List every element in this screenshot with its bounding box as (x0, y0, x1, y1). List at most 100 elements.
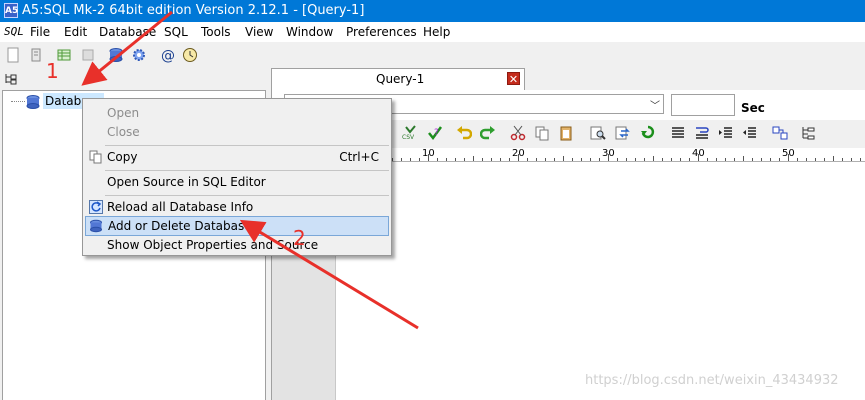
menu-window[interactable]: Window (286, 25, 333, 39)
run-check-icon[interactable]: ? (427, 125, 443, 141)
cut-icon[interactable] (510, 125, 526, 141)
ruler-tick (491, 158, 492, 161)
ruler-tick (581, 158, 582, 161)
main-toolbar: @ (0, 42, 865, 68)
reload-icon (89, 200, 103, 214)
tree-structure-icon[interactable] (800, 125, 816, 141)
ruler-tick (482, 158, 483, 161)
ruler-tick (392, 158, 393, 161)
menu-help[interactable]: Help (423, 25, 450, 39)
ruler-tick (401, 158, 402, 161)
ruler-tick (500, 158, 501, 161)
menu-file[interactable]: File (30, 25, 50, 39)
outdent-icon[interactable] (742, 125, 758, 141)
menu-item-reload-database-info[interactable]: Reload all Database Info (85, 197, 389, 217)
open-file-icon[interactable] (28, 47, 44, 63)
tree-view-icon[interactable] (4, 72, 18, 86)
menu-item-label: Close (107, 125, 140, 139)
tree-toolbar (0, 68, 268, 90)
ruler-tick (563, 156, 564, 161)
ruler-tick (680, 158, 681, 161)
menu-database[interactable]: Database (99, 25, 156, 39)
tab-query-1[interactable]: Query-1 ✕ (271, 68, 525, 90)
new-file-icon[interactable] (5, 47, 21, 63)
ruler-label: 40 (692, 148, 705, 159)
chevron-down-icon[interactable]: ﹀ (650, 97, 660, 112)
ruler-tick (572, 158, 573, 161)
app-icon: A5 (4, 3, 18, 18)
window-title: A5:SQL Mk-2 64bit edition Version 2.12.1… (22, 3, 365, 18)
ruler-tick (824, 158, 825, 161)
paste-icon[interactable] (558, 125, 574, 141)
ruler-tick (734, 158, 735, 161)
ruler-tick (536, 158, 537, 161)
menu-item-add-or-delete-database[interactable]: Add or Delete Database... (85, 216, 389, 236)
ruler-tick (725, 158, 726, 161)
menu-separator (105, 195, 389, 196)
disabled-tool-icon[interactable] (80, 47, 96, 63)
database-table-icon[interactable] (56, 47, 72, 63)
menu-tools[interactable]: Tools (201, 25, 231, 39)
ruler-tick (770, 158, 771, 161)
ruler-tick (779, 158, 780, 161)
menu-view[interactable]: View (245, 25, 273, 39)
ruler-tick (545, 158, 546, 161)
ruler-tick (815, 158, 816, 161)
sql-editor[interactable] (336, 162, 865, 400)
menu-sql[interactable]: SQL (164, 25, 188, 39)
ruler-tick (860, 158, 861, 161)
undo-icon[interactable] (456, 125, 472, 141)
database-connect-icon[interactable] (108, 47, 124, 63)
align-lines-icon[interactable] (670, 125, 686, 141)
at-sign-icon[interactable]: @ (160, 47, 176, 63)
menu-item-open-source[interactable]: Open Source in SQL Editor (85, 172, 389, 192)
menu-preferences[interactable]: Preferences (346, 25, 417, 39)
menu-item-copy[interactable]: Copy Ctrl+C (85, 147, 389, 167)
copy-icon[interactable] (534, 125, 550, 141)
database-icon (26, 95, 40, 109)
timeout-seconds-input[interactable] (671, 94, 735, 116)
jump-down-icon[interactable] (640, 125, 656, 141)
gear-icon[interactable] (131, 47, 147, 63)
menu-separator (105, 145, 389, 146)
export-csv-icon[interactable]: CSV (402, 125, 418, 141)
ruler-label: 30 (602, 148, 615, 159)
ruler-tick (761, 158, 762, 161)
ruler-tick (635, 158, 636, 161)
ruler-tick (797, 158, 798, 161)
menu-item-label: Add or Delete Database... (108, 219, 264, 233)
menu-item-close[interactable]: Close (85, 122, 389, 142)
ruler-label: 10 (422, 148, 435, 159)
sql-menu-icon[interactable]: SQL (4, 25, 24, 38)
ruler-tick (644, 158, 645, 161)
menu-edit[interactable]: Edit (64, 25, 87, 39)
ruler-tick (833, 156, 834, 161)
diagram-icon[interactable] (772, 125, 788, 141)
menu-item-show-object-properties[interactable]: Show Object Properties and Source (85, 235, 389, 255)
svg-text:?: ? (434, 128, 439, 138)
replace-icon[interactable] (615, 125, 631, 141)
tree-connector-line (11, 101, 25, 102)
watermark-text: https://blog.csdn.net/weixin_43434932 (585, 373, 839, 388)
ruler-tick (599, 158, 600, 161)
clock-icon[interactable] (182, 47, 198, 63)
copy-icon (89, 150, 102, 164)
ruler-tick (716, 158, 717, 161)
menu-item-label: Show Object Properties and Source (107, 238, 319, 252)
ruler-tick (509, 158, 510, 161)
menu-item-open[interactable]: Open (85, 103, 389, 123)
svg-text:CSV: CSV (402, 134, 415, 141)
column-ruler: 10 20 30 40 50 (336, 148, 865, 162)
ruler-tick (626, 158, 627, 161)
ruler-tick (446, 158, 447, 161)
ruler-tick (419, 158, 420, 161)
wrap-lines-icon[interactable] (694, 125, 710, 141)
redo-icon[interactable] (480, 125, 496, 141)
ruler-tick (554, 158, 555, 161)
find-icon[interactable] (590, 125, 606, 141)
indent-icon[interactable] (718, 125, 734, 141)
close-tab-icon[interactable]: ✕ (507, 72, 520, 86)
menu-item-label: Open (107, 106, 140, 120)
ruler-tick (671, 158, 672, 161)
ruler-tick (455, 158, 456, 161)
